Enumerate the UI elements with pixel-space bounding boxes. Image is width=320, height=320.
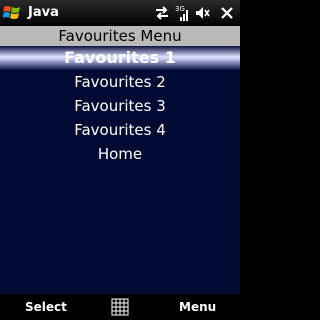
menu-item-favourites-2[interactable]: Favourites 2 [0,70,240,94]
keyboard-icon[interactable] [110,297,130,317]
menu-list: Favourites 1 Favourites 2 Favourites 3 F… [0,46,240,294]
softkey-bar: Select Menu [0,294,240,320]
menu-title: Favourites Menu [0,26,240,46]
status-bar: Java 3G [0,0,240,26]
menu-item-favourites-4[interactable]: Favourites 4 [0,118,240,142]
app-title: Java [28,5,59,20]
close-icon[interactable] [219,4,235,22]
menu-item-favourites-3[interactable]: Favourites 3 [0,94,240,118]
signal-icon[interactable]: 3G [174,4,190,22]
volume-mute-icon[interactable] [194,4,210,22]
signal-label: 3G [175,5,185,13]
windows-start-icon[interactable] [2,3,22,23]
menu-item-home[interactable]: Home [0,142,240,166]
menu-softkey[interactable]: Menu [179,298,216,316]
select-softkey[interactable]: Select [25,298,67,316]
sync-icon[interactable] [154,4,170,22]
menu-item-favourites-1[interactable]: Favourites 1 [0,46,240,70]
